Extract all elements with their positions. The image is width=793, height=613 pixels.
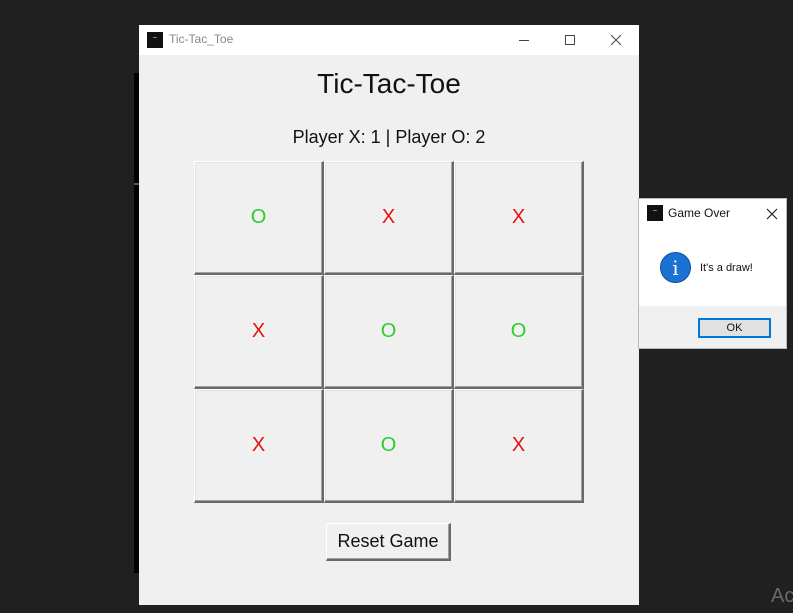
maximize-button[interactable] <box>547 25 593 55</box>
close-button[interactable] <box>593 25 639 55</box>
dialog-app-icon: ~ <box>647 205 663 221</box>
minimize-icon <box>519 39 529 41</box>
title-bar[interactable]: ~ Tic-Tac_Toe <box>139 25 639 55</box>
cell-0-0[interactable]: O <box>194 161 324 275</box>
info-icon: i <box>660 252 691 283</box>
cell-1-0[interactable]: X <box>194 275 324 389</box>
dialog-message: It's a draw! <box>700 262 753 274</box>
reset-game-button[interactable]: Reset Game <box>326 523 451 561</box>
dialog-title: Game Over <box>668 206 731 220</box>
cell-2-0[interactable]: X <box>194 389 324 503</box>
ok-button[interactable]: OK <box>698 318 771 338</box>
window-title: Tic-Tac_Toe <box>169 32 234 46</box>
game-board: O X X X O O X O X <box>194 161 584 503</box>
game-heading: Tic-Tac-Toe <box>317 68 461 99</box>
close-icon <box>610 34 622 46</box>
close-icon <box>766 208 778 220</box>
activation-watermark: Ac <box>771 585 793 607</box>
cell-0-2[interactable]: X <box>454 161 584 275</box>
cell-0-1[interactable]: X <box>324 161 454 275</box>
dialog-icon-text: ~ <box>652 207 658 215</box>
cell-2-1[interactable]: O <box>324 389 454 503</box>
minimize-button[interactable] <box>501 25 547 55</box>
game-window: ~ Tic-Tac_Toe Tic-Tac-Toe Player X: 1 | … <box>139 25 639 605</box>
cell-1-1[interactable]: O <box>324 275 454 389</box>
cell-2-2[interactable]: X <box>454 389 584 503</box>
game-over-dialog: ~ Game Over i It's a draw! OK <box>638 198 787 349</box>
dialog-close-button[interactable] <box>760 202 784 226</box>
dialog-body: i It's a draw! <box>639 228 786 306</box>
cell-1-2[interactable]: O <box>454 275 584 389</box>
app-icon: ~ <box>147 32 163 48</box>
app-icon-text: ~ <box>152 34 158 42</box>
maximize-icon <box>565 35 575 45</box>
dialog-title-bar[interactable]: ~ Game Over <box>639 199 786 228</box>
score-label: Player X: 1 | Player O: 2 <box>292 127 486 147</box>
